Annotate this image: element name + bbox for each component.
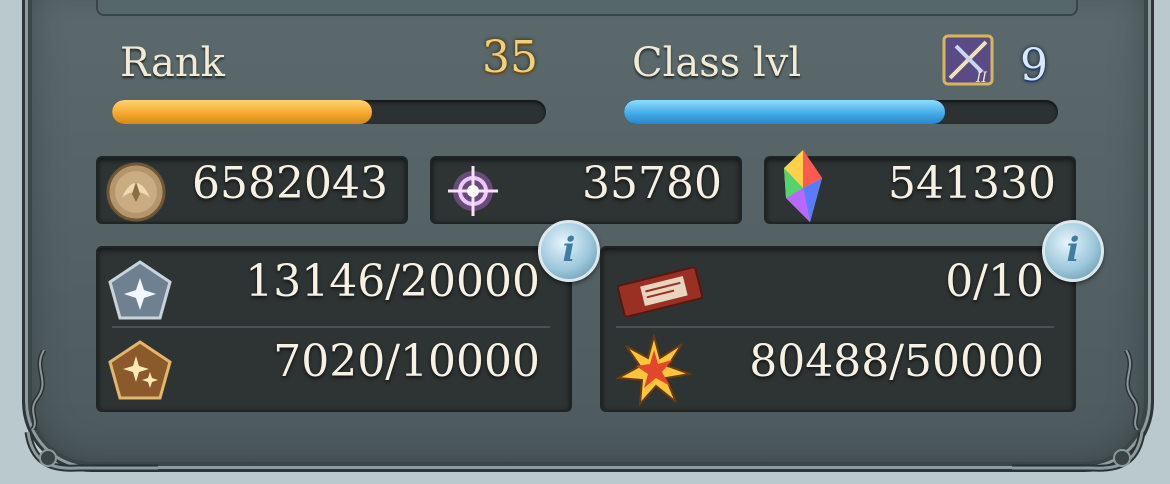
stamina-divider bbox=[112, 326, 550, 328]
side-ornament-right bbox=[1123, 350, 1141, 430]
rank-progress-bar bbox=[112, 100, 546, 124]
starburst-value: 80488/50000 bbox=[749, 336, 1044, 387]
corner-ornament-right bbox=[1012, 432, 1146, 472]
class-emblem-icon[interactable]: II bbox=[942, 34, 994, 86]
top-strip bbox=[96, 0, 1078, 16]
rank-value: 35 bbox=[482, 32, 538, 83]
info-button-right[interactable]: i bbox=[1042, 220, 1104, 282]
crystal-box: 35780 bbox=[430, 156, 742, 224]
class-level-value: 9 bbox=[1020, 40, 1048, 91]
class-level-label: Class lvl bbox=[632, 40, 802, 86]
stamina-value: 13146/20000 bbox=[245, 256, 540, 307]
class-progress-bar bbox=[624, 100, 1058, 124]
stamina-box: 13146/20000 7020/10000 bbox=[96, 246, 572, 412]
rupie-value: 6582043 bbox=[192, 158, 388, 209]
rainbow-crystal-box: 541330 bbox=[764, 150, 1076, 224]
side-ornament-left bbox=[29, 350, 47, 430]
class-progress-fill bbox=[624, 100, 946, 124]
bp-value: 7020/10000 bbox=[273, 336, 540, 387]
tickets-divider bbox=[616, 326, 1054, 328]
gold-pentagon-icon bbox=[108, 340, 172, 400]
rainbow-crystal-icon bbox=[784, 150, 822, 222]
rupie-coin-icon bbox=[106, 162, 166, 222]
corner-ornament-left bbox=[24, 432, 158, 472]
rank-progress-fill bbox=[112, 100, 373, 124]
rupie-box: 6582043 bbox=[96, 156, 408, 224]
ticket-icon bbox=[616, 266, 704, 318]
crystal-orb-icon bbox=[448, 166, 498, 216]
rainbow-crystal-value: 541330 bbox=[888, 158, 1056, 209]
ticket-value: 0/10 bbox=[945, 256, 1044, 307]
crystal-value: 35780 bbox=[582, 158, 722, 209]
rank-label: Rank bbox=[120, 40, 225, 86]
svg-text:II: II bbox=[975, 70, 988, 86]
silver-pentagon-icon bbox=[108, 260, 172, 320]
tickets-box: 0/10 80488/50000 bbox=[600, 246, 1076, 412]
info-button-left[interactable]: i bbox=[538, 220, 600, 282]
starburst-icon bbox=[616, 334, 692, 406]
